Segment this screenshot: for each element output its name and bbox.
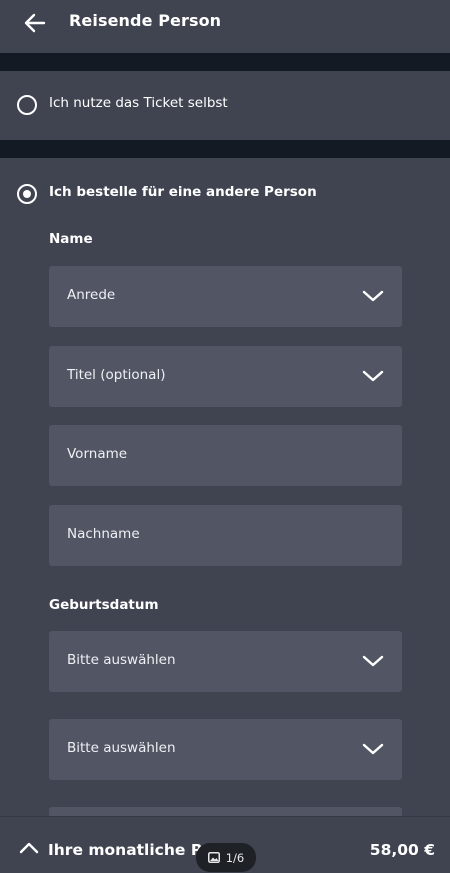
app-header: Reisende Person	[0, 0, 450, 53]
firstname-placeholder: Vorname	[67, 446, 128, 462]
page-indicator[interactable]: 1/6	[196, 843, 256, 872]
page-title: Reisende Person	[69, 11, 222, 30]
name-section-label: Name	[49, 231, 93, 247]
chevron-up-icon[interactable]	[19, 841, 39, 855]
birthdate-select-1[interactable]: Bitte auswählen	[49, 631, 402, 692]
option-self-label: Ich nutze das Ticket selbst	[49, 95, 228, 111]
radio-self[interactable]	[17, 95, 37, 115]
lastname-field[interactable]: Nachname	[49, 505, 402, 566]
option-other-label[interactable]: Ich bestelle für eine andere Person	[49, 184, 317, 200]
firstname-field[interactable]: Vorname	[49, 425, 402, 486]
chevron-down-icon	[362, 290, 384, 302]
chevron-down-icon	[362, 743, 384, 755]
title-select[interactable]: Titel (optional)	[49, 346, 402, 407]
chevron-down-icon	[362, 370, 384, 382]
page-indicator-text: 1/6	[225, 850, 245, 865]
arrow-left-icon	[24, 13, 46, 33]
monthly-rate-price: 58,00 €	[369, 841, 435, 859]
title-select-label: Titel (optional)	[67, 367, 166, 383]
radio-other[interactable]	[17, 184, 37, 204]
image-icon	[207, 852, 220, 863]
chevron-down-icon	[362, 655, 384, 667]
birthdate-section-label: Geburtsdatum	[49, 597, 159, 613]
option-self[interactable]: Ich nutze das Ticket selbst	[0, 71, 450, 140]
divider	[0, 140, 450, 158]
birthdate-select-2-label: Bitte auswählen	[67, 740, 176, 756]
birthdate-select-1-label: Bitte auswählen	[67, 652, 176, 668]
birthdate-select-2[interactable]: Bitte auswählen	[49, 719, 402, 780]
lastname-placeholder: Nachname	[67, 526, 140, 542]
divider	[0, 53, 450, 71]
salutation-select[interactable]: Anrede	[49, 266, 402, 327]
option-other-section: Ich bestelle für eine andere Person Name…	[0, 158, 450, 872]
salutation-select-label: Anrede	[67, 287, 116, 303]
back-button[interactable]	[22, 11, 48, 35]
